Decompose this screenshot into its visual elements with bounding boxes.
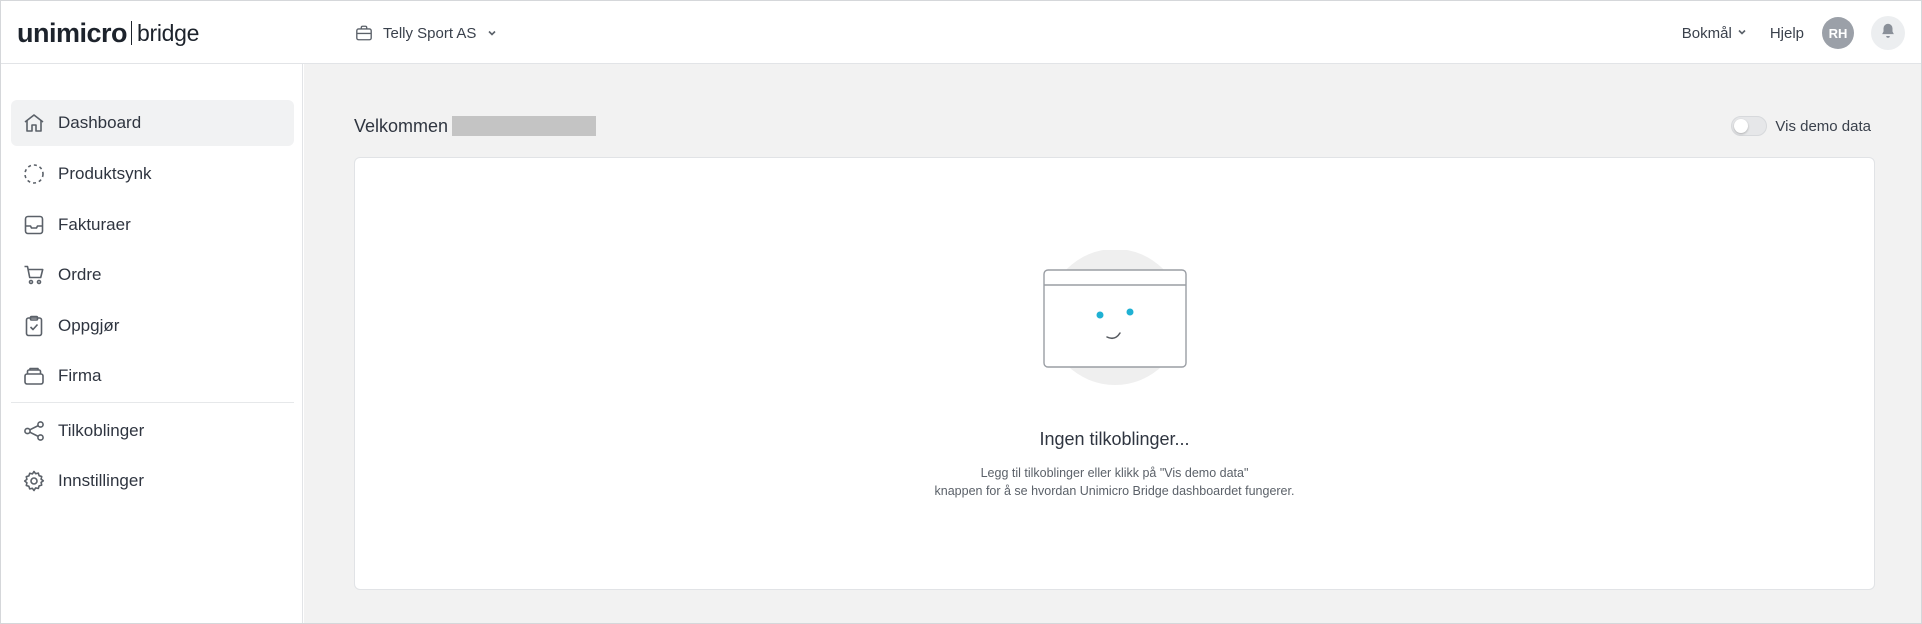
empty-state-illustration [1039,249,1189,395]
sidebar-item-dashboard[interactable]: Dashboard [11,100,294,146]
logo-separator [131,21,133,45]
notifications-button[interactable] [1871,16,1905,50]
sidebar-item-label: Fakturaer [58,215,131,234]
sidebar-item-label: Produktsynk [58,164,152,183]
sidebar-item-fakturaer[interactable]: Fakturaer [11,202,294,248]
chevron-down-icon [486,27,498,39]
sidebar-divider [11,402,294,403]
home-icon [21,110,47,136]
sidebar-item-tilkoblinger[interactable]: Tilkoblinger [11,408,294,454]
welcome-text: Velkommen [354,115,449,136]
help-link[interactable]: Hjelp [1770,25,1804,42]
empty-state-description: Legg til tilkoblinger eller klikk på "Vi… [355,464,1874,500]
sidebar-item-produktsynk[interactable]: Produktsynk [11,151,294,197]
sidebar: Dashboard Produktsynk Fakturaer Ordre Op… [1,64,303,623]
logo[interactable]: unimicro bridge [17,18,199,48]
empty-state-title: Ingen tilkoblinger... [1039,429,1190,449]
header-actions: Bokmål Hjelp RH [1682,15,1905,51]
sidebar-item-label: Tilkoblinger [58,421,145,440]
logo-sub-text: bridge [137,19,200,46]
sidebar-item-ordre[interactable]: Ordre [11,252,294,298]
language-label: Bokmål [1681,24,1732,42]
building-icon [21,363,47,389]
main-content: Velkommen Vis demo data Ingen tilkobling… [304,64,1921,623]
share-icon [21,418,47,444]
sidebar-item-firma[interactable]: Firma [11,353,294,399]
empty-desc-line2: knappen for å se hvordan Unimicro Bridge… [934,484,1295,498]
sidebar-item-label: Firma [58,366,102,385]
chevron-down-icon [1736,25,1748,42]
demo-data-toggle[interactable]: Vis demo data [1731,114,1871,138]
toggle-knob [1734,119,1749,133]
app-window: unimicro bridge Telly Sport AS Bokmål Hj… [0,0,1922,624]
company-selector[interactable]: Telly Sport AS [355,21,498,45]
inbox-icon [21,212,47,238]
clipboard-check-icon [21,313,47,339]
sidebar-item-label: Innstillinger [58,471,144,490]
sidebar-item-label: Oppgjør [58,316,120,335]
sidebar-item-label: Ordre [58,265,102,284]
gear-icon [21,468,47,494]
briefcase-icon [355,24,373,42]
sidebar-item-oppgjor[interactable]: Oppgjør [11,303,294,349]
toggle-switch[interactable] [1731,116,1768,136]
top-header: unimicro bridge Telly Sport AS Bokmål Hj… [1,1,1921,64]
empty-desc-line1: Legg til tilkoblinger eller klikk på "Vi… [980,466,1249,480]
bell-icon [1879,22,1897,45]
welcome-heading: Velkommen [354,114,597,138]
dashboard-card: Ingen tilkoblinger... Legg til tilkoblin… [354,157,1875,590]
company-name: Telly Sport AS [383,24,477,42]
language-selector[interactable]: Bokmål [1682,25,1748,42]
avatar[interactable]: RH [1822,17,1854,49]
sidebar-item-innstillinger[interactable]: Innstillinger [11,458,294,504]
sidebar-item-label: Dashboard [58,113,142,132]
cart-icon [21,262,47,288]
sync-icon [21,161,47,187]
logo-main-text: unimicro [17,17,128,48]
demo-toggle-label: Vis demo data [1775,117,1871,135]
redacted-username [452,116,597,136]
